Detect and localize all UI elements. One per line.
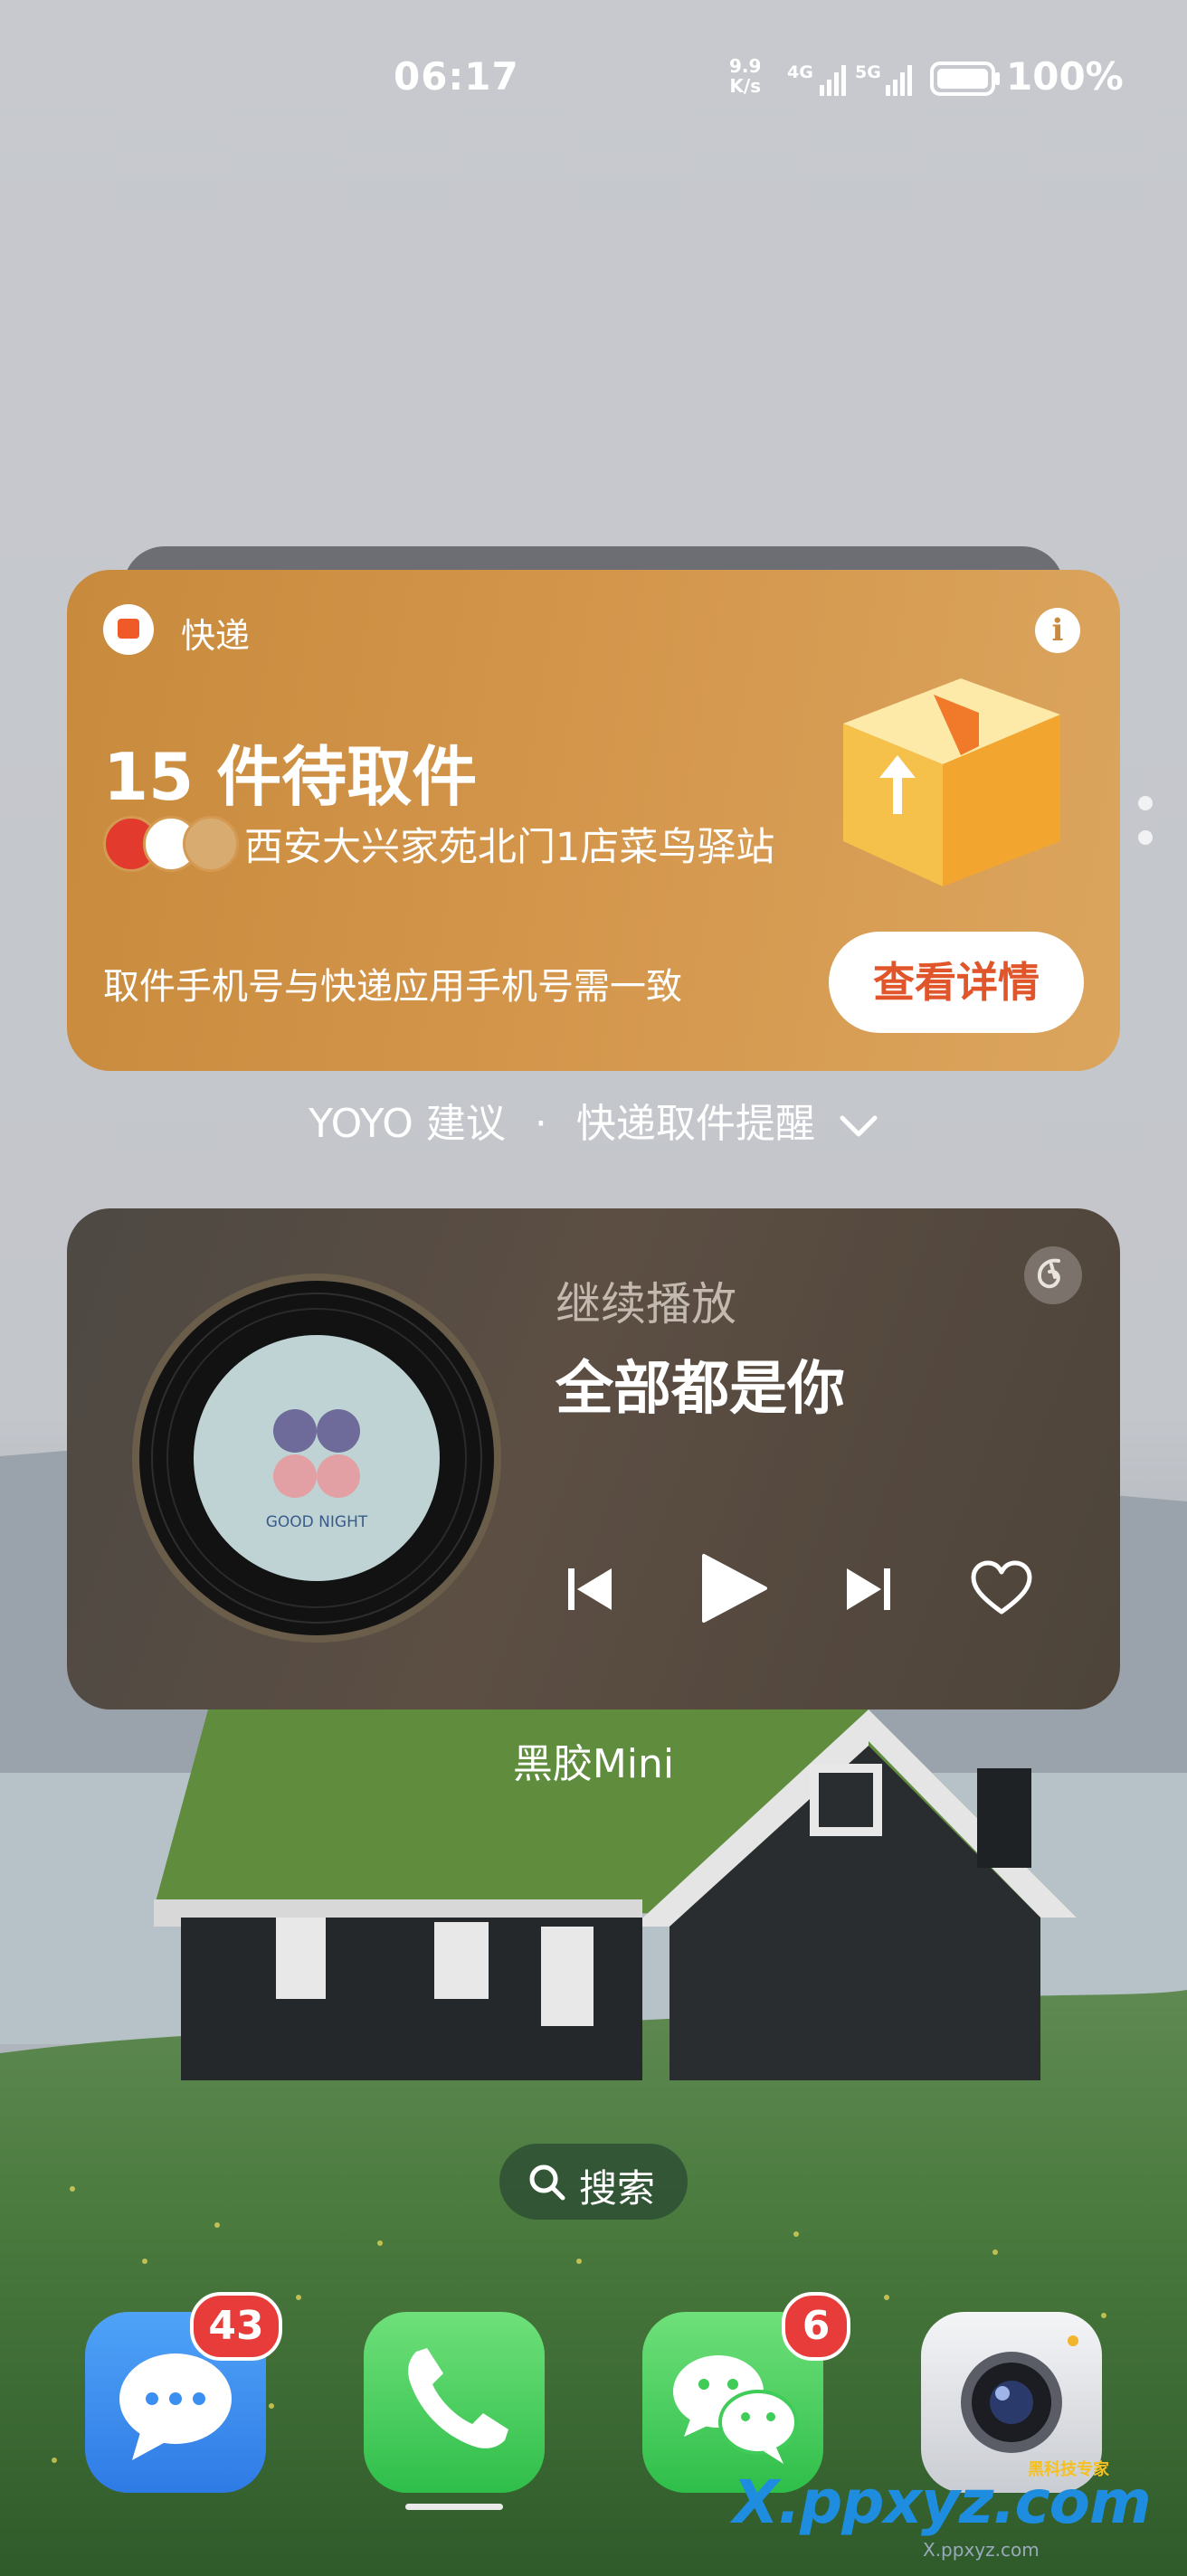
play-icon[interactable] [691, 1543, 773, 1634]
status-bar: 06:17 9.9 K/s 4G 5G 100% [0, 54, 1187, 109]
view-details-button[interactable]: 查看详情 [829, 932, 1084, 1033]
watermark: X.ppxyz.com [733, 2467, 1152, 2537]
watermark-sub: X.ppxyz.com [923, 2539, 1040, 2561]
song-title: 全部都是你 [556, 1356, 845, 1423]
page-dot [1138, 796, 1153, 810]
phone-icon [408, 2348, 508, 2448]
pending-pickup-count: 15 件待取件 [103, 739, 478, 815]
search-icon [529, 2164, 565, 2201]
express-widget[interactable]: 快递 i 15 件待取件 西安大兴家苑北门1店菜鸟驿站 取件手机号与快递应用手机… [67, 570, 1120, 1071]
svg-text:4G: 4G [787, 62, 813, 82]
battery-icon [930, 62, 1000, 96]
sim1-signal-icon: 4G [787, 62, 846, 96]
heart-icon[interactable] [970, 1552, 1033, 1624]
vinyl-record: GOOD NIGHT [132, 1274, 501, 1643]
more-couriers-icon [183, 816, 239, 872]
wechat-badge: 6 [782, 2292, 850, 2361]
pickup-address: 西安大兴家苑北门1店菜鸟驿站 [244, 825, 775, 870]
music-widget-label: 黑胶Mini [512, 1741, 675, 1787]
info-icon[interactable]: i [1035, 608, 1080, 653]
yoyo-suggestion[interactable]: YOYO 建议 · 快递取件提醒 [0, 1091, 1187, 1149]
express-app-name: 快递 [181, 616, 251, 656]
search-label: 搜索 [579, 2166, 656, 2211]
resume-label: 继续播放 [556, 1278, 736, 1331]
express-app-icon [103, 604, 154, 655]
network-speed: 9.9 K/s [729, 55, 762, 97]
battery-percent: 100% [1006, 54, 1124, 99]
search-button[interactable]: 搜索 [499, 2144, 688, 2220]
phone-app[interactable] [364, 2312, 545, 2493]
home-indicator[interactable] [405, 2504, 503, 2510]
chevron-down-icon[interactable] [839, 1113, 878, 1140]
page-dot [1138, 830, 1153, 845]
package-box-icon [843, 678, 1060, 886]
svg-text:GOOD NIGHT: GOOD NIGHT [266, 1513, 368, 1531]
next-track-icon[interactable] [841, 1552, 896, 1624]
album-cover [194, 1335, 440, 1581]
previous-track-icon[interactable] [563, 1552, 617, 1624]
sim2-signal-icon: 5G [855, 62, 912, 96]
music-widget[interactable]: GOOD NIGHT 继续播放 全部都是你 [67, 1208, 1120, 1709]
clock: 06:17 [394, 54, 519, 99]
svg-text:5G: 5G [855, 62, 881, 82]
pickup-note: 取件手机号与快递应用手机号需一致 [103, 966, 682, 1008]
courier-logos [103, 816, 239, 872]
netease-music-icon[interactable] [1024, 1246, 1082, 1304]
messages-badge: 43 [190, 2292, 282, 2361]
